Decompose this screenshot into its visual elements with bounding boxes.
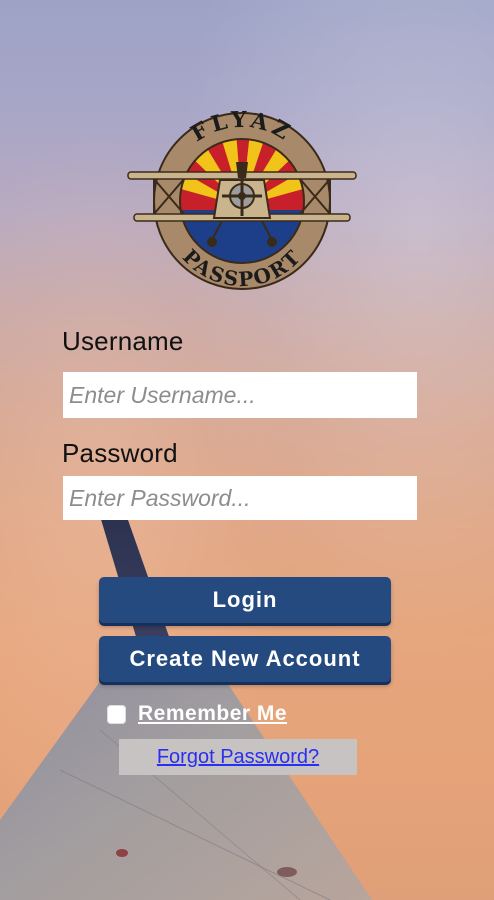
password-input[interactable] (63, 476, 417, 520)
forgot-password-box[interactable]: Forgot Password? (119, 739, 357, 775)
login-button[interactable]: Login (99, 577, 391, 623)
username-input[interactable] (63, 372, 417, 418)
flyaz-passport-logo: FLYAZ PASSPORT (127, 110, 357, 291)
remember-me-label[interactable]: Remember Me (138, 702, 287, 726)
remember-me-checkbox[interactable] (107, 704, 126, 724)
create-account-button[interactable]: Create New Account (99, 636, 391, 682)
remember-me-row[interactable]: Remember Me (107, 702, 287, 726)
forgot-password-link[interactable]: Forgot Password? (157, 746, 319, 769)
password-label: Password (62, 438, 178, 468)
username-label: Username (62, 326, 184, 356)
